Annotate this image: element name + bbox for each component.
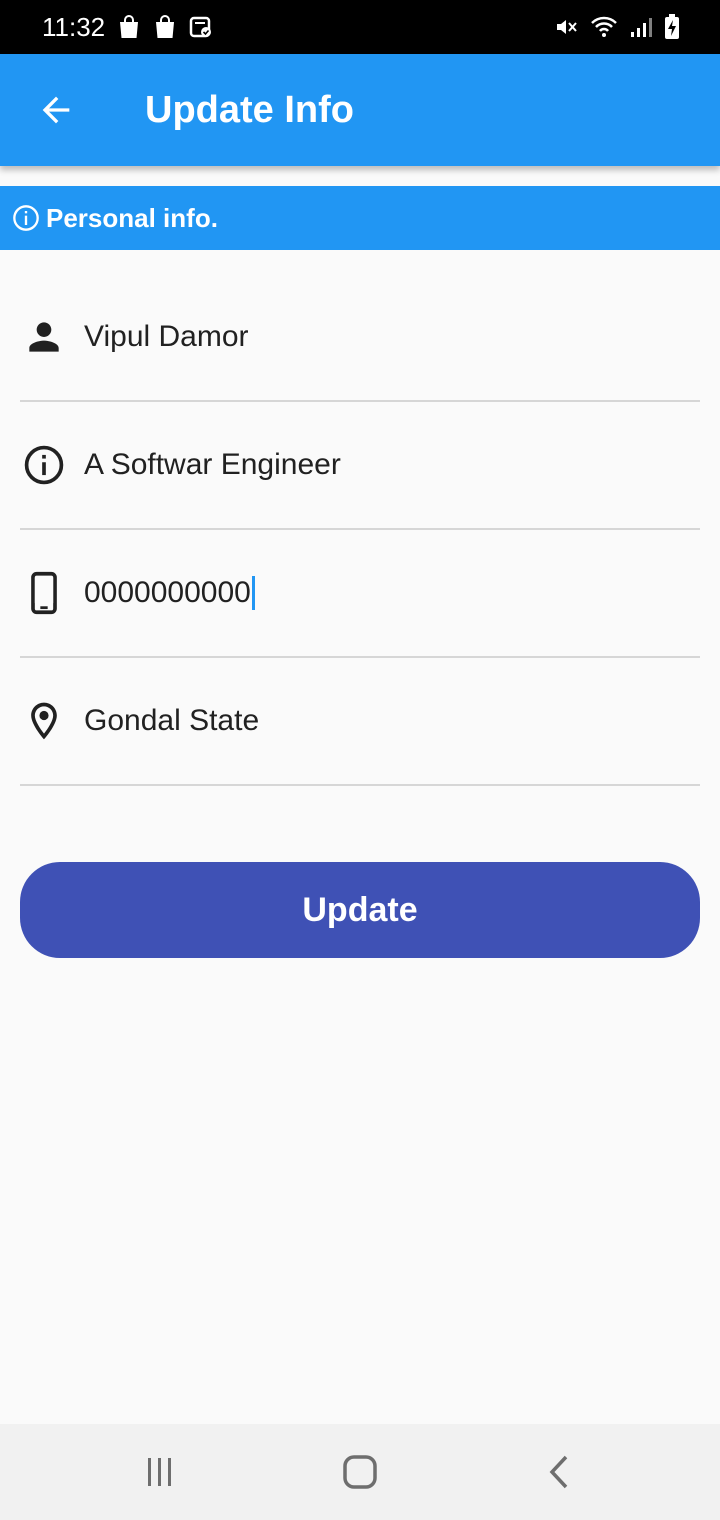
about-input[interactable]: A Softwar Engineer — [84, 441, 644, 489]
nav-back-button[interactable] — [520, 1432, 600, 1512]
wifi-icon — [590, 15, 618, 39]
section-title: Personal info. — [46, 202, 218, 233]
info-outline-icon — [20, 441, 68, 489]
phone-input[interactable]: 0000000000 — [84, 569, 644, 617]
section-header: Personal info. — [0, 186, 720, 250]
phone-field[interactable]: 0000000000 — [20, 530, 700, 658]
phone-value: 0000000000 — [84, 576, 251, 609]
info-outline-icon — [12, 204, 40, 232]
arrow-back-icon — [42, 96, 70, 124]
text-cursor — [251, 576, 255, 610]
battery-charging-icon — [664, 14, 680, 40]
shopping-bag-icon — [153, 14, 177, 40]
name-field[interactable]: Vipul Damor — [20, 274, 700, 402]
about-value: A Softwar Engineer — [84, 448, 341, 481]
location-pin-icon — [20, 697, 68, 745]
shopping-bag-icon — [117, 14, 141, 40]
home-button[interactable] — [320, 1432, 400, 1512]
about-field[interactable]: A Softwar Engineer — [20, 402, 700, 530]
back-icon — [549, 1455, 568, 1489]
status-time: 11:32 — [42, 11, 106, 42]
status-left: 11:32 — [42, 12, 213, 43]
mute-icon — [554, 15, 578, 39]
recent-apps-button[interactable] — [120, 1432, 200, 1512]
app-check-icon — [189, 15, 213, 39]
update-button[interactable]: Update — [20, 862, 700, 958]
status-right — [554, 14, 680, 40]
system-nav-bar — [0, 1424, 720, 1520]
home-icon — [343, 1455, 377, 1489]
recent-apps-icon — [148, 1458, 171, 1486]
screen: 11:32 Update Info Personal info. Vipul D… — [0, 0, 720, 1520]
name-input[interactable]: Vipul Damor — [84, 313, 644, 361]
name-value: Vipul Damor — [84, 320, 249, 353]
status-bar: 11:32 — [0, 0, 720, 54]
location-field[interactable]: Gondal State — [20, 658, 700, 786]
app-bar: Update Info — [0, 54, 720, 166]
location-value: Gondal State — [84, 704, 260, 737]
phone-icon — [20, 569, 68, 617]
page-title: Update Info — [145, 88, 354, 131]
location-input[interactable]: Gondal State — [84, 697, 644, 745]
person-icon — [20, 313, 68, 361]
back-button[interactable] — [28, 82, 84, 138]
signal-icon — [630, 16, 652, 38]
